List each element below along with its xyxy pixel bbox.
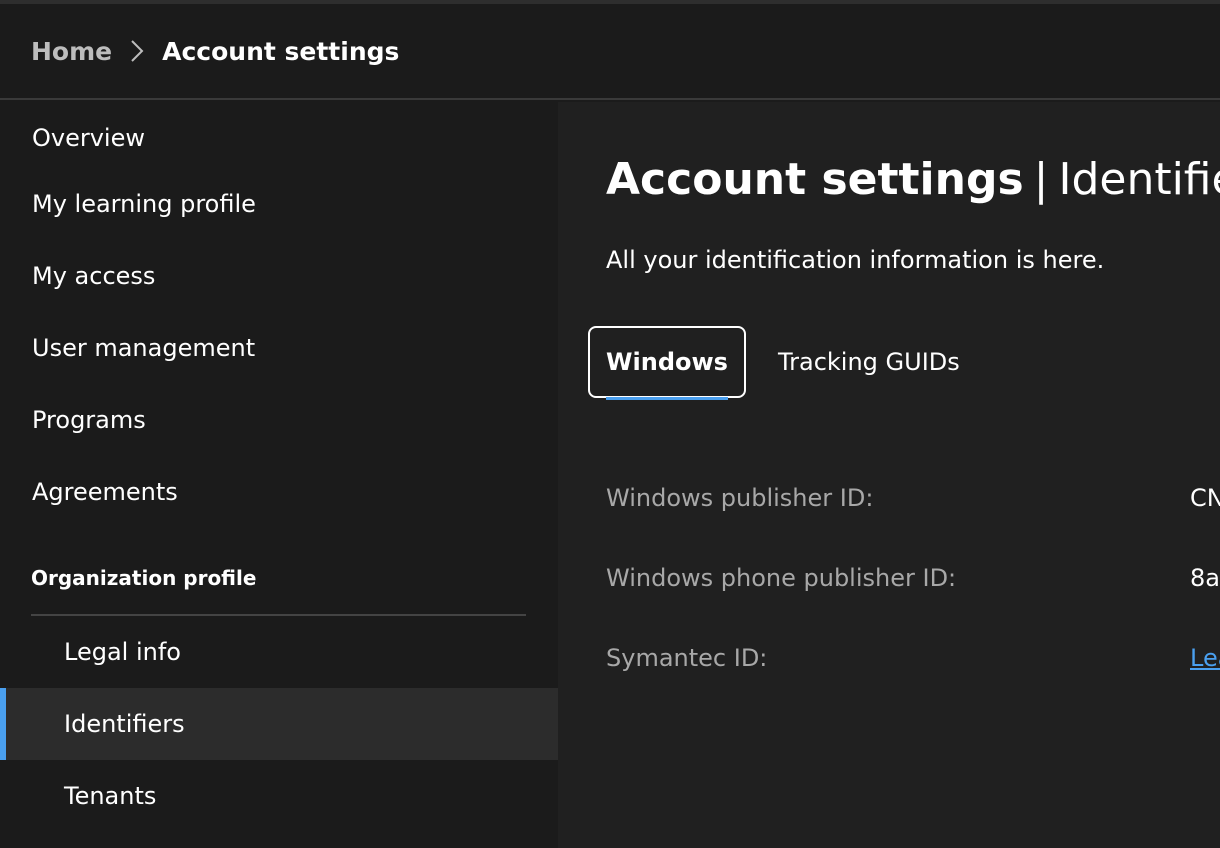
- sidebar-item-programs[interactable]: Programs: [0, 384, 558, 456]
- page-title-section: Identifiers: [1058, 154, 1220, 205]
- windows-publisher-id-label: Windows publisher ID:: [606, 484, 874, 512]
- sidebar-item-my-learning-profile[interactable]: My learning profile: [0, 168, 558, 240]
- windows-phone-publisher-id-label: Windows phone publisher ID:: [606, 564, 957, 592]
- sidebar-item-legal-info[interactable]: Legal info: [0, 616, 558, 688]
- page-title: Account settings|Identifiers: [606, 154, 1220, 205]
- tab-windows[interactable]: Windows: [588, 326, 746, 398]
- sidebar-nav: Overview My learning profile My access U…: [0, 102, 558, 848]
- sidebar-item-identifiers[interactable]: Identifiers: [0, 688, 558, 760]
- breadcrumb: Home Account settings: [0, 4, 1220, 100]
- tab-tracking-guids[interactable]: Tracking GUIDs: [778, 326, 960, 398]
- windows-publisher-id-value: CN: [1190, 484, 1220, 512]
- sidebar-item-label: Legal info: [64, 638, 181, 666]
- breadcrumb-home-link[interactable]: Home: [31, 37, 112, 66]
- sidebar-item-label: Tenants: [64, 782, 157, 810]
- sidebar-item-label: Agreements: [32, 478, 178, 506]
- sidebar-item-label: User management: [32, 334, 256, 362]
- page-title-separator: |: [1033, 154, 1049, 205]
- sidebar-item-my-access[interactable]: My access: [0, 240, 558, 312]
- main-content: Account settings|Identifiers All your id…: [558, 102, 1220, 848]
- sidebar-section-heading: Organization profile: [31, 566, 257, 590]
- sidebar-item-label: My access: [32, 262, 156, 290]
- tab-selected-indicator: [606, 397, 728, 400]
- sidebar-item-agreements[interactable]: Agreements: [0, 456, 558, 528]
- symantec-id-label: Symantec ID:: [606, 644, 768, 672]
- sidebar-item-user-management[interactable]: User management: [0, 312, 558, 384]
- sidebar-item-tenants[interactable]: Tenants: [0, 760, 558, 832]
- sidebar-item-label: Identifiers: [64, 710, 185, 738]
- chevron-right-icon: [112, 36, 162, 66]
- page-subtitle: All your identification information is h…: [606, 246, 1105, 274]
- breadcrumb-current: Account settings: [162, 36, 400, 66]
- sidebar-item-label: My learning profile: [32, 190, 256, 218]
- sidebar-item-label: Overview: [32, 124, 145, 152]
- windows-phone-publisher-id-value: 8a: [1190, 564, 1220, 592]
- sidebar-item-overview[interactable]: Overview: [0, 102, 558, 174]
- symantec-id-link[interactable]: Lea: [1190, 644, 1220, 672]
- page-title-main: Account settings: [606, 154, 1024, 205]
- sidebar-item-label: Programs: [32, 406, 146, 434]
